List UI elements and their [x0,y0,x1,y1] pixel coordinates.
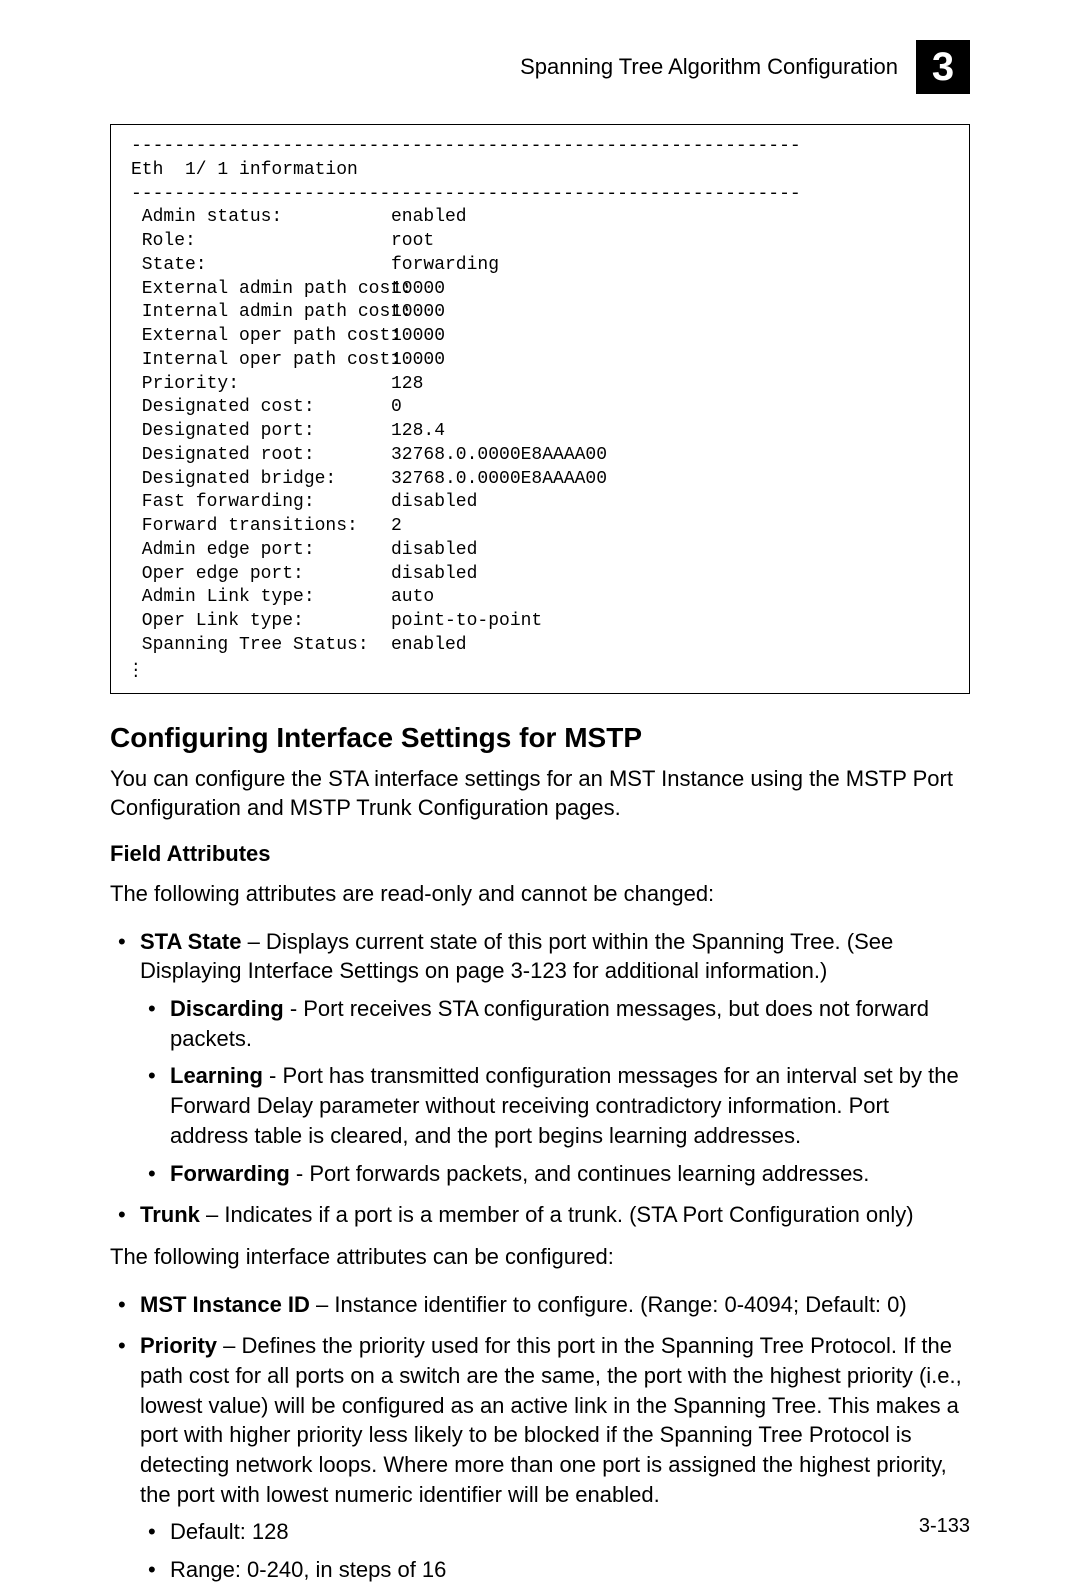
readonly-attributes-list: STA State – Displays current state of th… [110,927,970,1230]
header-title: Spanning Tree Algorithm Configuration [520,54,898,80]
code-output-box: ----------------------------------------… [110,124,970,694]
code-row: Designated cost:0 [131,397,402,417]
discarding-item: Discarding - Port receives STA configura… [140,994,970,1053]
code-row: External admin path cost:10000 [131,279,445,299]
chapter-number-box: 3 [916,40,970,94]
code-row: Admin status:enabled [131,207,467,227]
code-row: External oper path cost:10000 [131,326,445,346]
forwarding-item: Forwarding - Port forwards packets, and … [140,1159,970,1189]
code-row: Admin Link type:auto [131,587,434,607]
code-row: Priority:128 [131,374,423,394]
code-row: Fast forwarding:disabled [131,492,477,512]
configurable-attributes-list: MST Instance ID – Instance identifier to… [110,1290,970,1585]
config-intro: The following interface attributes can b… [110,1242,970,1272]
code-row: State:forwarding [131,255,499,275]
divider-line: ----------------------------------------… [131,136,801,156]
code-row: Role:root [131,231,434,251]
trunk-item: Trunk – Indicates if a port is a member … [110,1200,970,1230]
code-row: Designated bridge:32768.0.0000E8AAAA00 [131,469,607,489]
divider-line: ----------------------------------------… [131,184,801,204]
page-header: Spanning Tree Algorithm Configuration 3 [110,40,970,94]
code-row: Admin edge port:disabled [131,540,477,560]
code-row: Designated port:128.4 [131,421,445,441]
code-row: Oper Link type:point-to-point [131,611,542,631]
code-row: Internal admin path cost:10000 [131,302,445,322]
priority-sublist: Default: 128 Range: 0-240, in steps of 1… [140,1517,970,1584]
sta-state-item: STA State – Displays current state of th… [110,927,970,1189]
readonly-intro: The following attributes are read-only a… [110,879,970,909]
sta-state-sublist: Discarding - Port receives STA configura… [140,994,970,1188]
page-number: 3-133 [919,1515,970,1538]
section-heading: Configuring Interface Settings for MSTP [110,722,970,754]
vertical-ellipsis: ... [131,658,949,677]
field-attributes-heading: Field Attributes [110,841,970,867]
code-row: Oper edge port:disabled [131,564,477,584]
interface-title: Eth 1/ 1 information [131,160,358,180]
mst-instance-id-item: MST Instance ID – Instance identifier to… [110,1290,970,1320]
intro-paragraph: You can configure the STA interface sett… [110,764,970,823]
code-row: Designated root:32768.0.0000E8AAAA00 [131,445,607,465]
code-row: Spanning Tree Status:enabled [131,635,467,655]
code-row: Internal oper path cost:10000 [131,350,445,370]
code-row: Forward transitions:2 [131,516,402,536]
priority-item: Priority – Defines the priority used for… [110,1331,970,1585]
priority-default: Default: 128 [140,1517,970,1547]
learning-item: Learning - Port has transmitted configur… [140,1061,970,1150]
